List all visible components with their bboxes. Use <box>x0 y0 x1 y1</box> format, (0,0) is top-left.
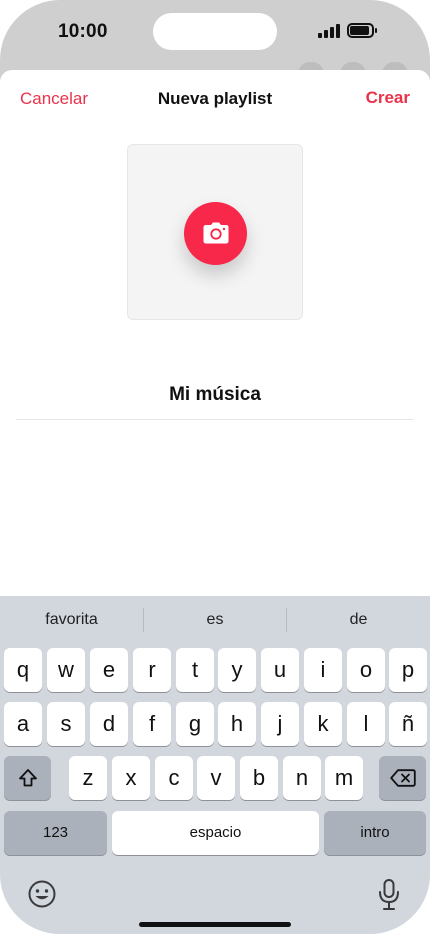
suggestion-item[interactable]: es <box>144 596 286 644</box>
key-enye[interactable]: ñ <box>389 702 427 746</box>
key-o[interactable]: o <box>347 648 385 692</box>
key-a[interactable]: a <box>4 702 42 746</box>
key-p[interactable]: p <box>389 648 427 692</box>
key-k[interactable]: k <box>304 702 342 746</box>
key-n[interactable]: n <box>283 756 321 800</box>
battery-icon <box>347 23 377 38</box>
key-g[interactable]: g <box>176 702 214 746</box>
delete-icon <box>390 769 416 787</box>
status-time: 10:00 <box>58 21 108 42</box>
key-v[interactable]: v <box>197 756 235 800</box>
keyboard: favorita es de q w e r t y u i o p a s d… <box>0 596 430 934</box>
suggestion-bar: favorita es de <box>0 596 430 644</box>
numbers-key[interactable]: 123 <box>4 811 107 855</box>
create-button[interactable]: Crear <box>366 88 410 108</box>
playlist-artwork-placeholder <box>127 144 303 320</box>
key-c[interactable]: c <box>155 756 193 800</box>
phone-screen: 10:00 Cancelar Nueva playlist Crear Mi m… <box>0 0 430 934</box>
dynamic-island <box>153 13 277 50</box>
suggestion-item[interactable]: favorita <box>0 596 143 644</box>
suggestion-item[interactable]: de <box>287 596 430 644</box>
add-artwork-button[interactable] <box>184 202 247 265</box>
key-d[interactable]: d <box>90 702 128 746</box>
key-t[interactable]: t <box>176 648 214 692</box>
shift-key[interactable] <box>4 756 51 800</box>
key-r[interactable]: r <box>133 648 171 692</box>
camera-icon <box>203 222 229 244</box>
key-y[interactable]: y <box>218 648 256 692</box>
key-s[interactable]: s <box>47 702 85 746</box>
home-indicator[interactable] <box>139 922 291 927</box>
microphone-icon <box>379 879 399 910</box>
signal-icon <box>318 24 342 38</box>
key-x[interactable]: x <box>112 756 150 800</box>
key-w[interactable]: w <box>47 648 85 692</box>
key-m[interactable]: m <box>325 756 363 800</box>
key-h[interactable]: h <box>218 702 256 746</box>
key-f[interactable]: f <box>133 702 171 746</box>
dictation-button[interactable] <box>376 878 402 912</box>
status-bar: 10:00 <box>0 0 430 64</box>
sheet-navigation-bar: Cancelar Nueva playlist Crear <box>0 70 430 126</box>
emoji-button[interactable] <box>27 879 57 909</box>
shift-icon <box>19 769 37 787</box>
key-u[interactable]: u <box>261 648 299 692</box>
key-z[interactable]: z <box>69 756 107 800</box>
key-e[interactable]: e <box>90 648 128 692</box>
playlist-name-input[interactable]: Mi música <box>16 384 414 420</box>
key-b[interactable]: b <box>240 756 278 800</box>
return-key[interactable]: intro <box>324 811 426 855</box>
key-q[interactable]: q <box>4 648 42 692</box>
delete-key[interactable] <box>379 756 426 800</box>
space-key[interactable]: espacio <box>112 811 319 855</box>
key-j[interactable]: j <box>261 702 299 746</box>
key-i[interactable]: i <box>304 648 342 692</box>
emoji-icon <box>28 880 56 908</box>
key-l[interactable]: l <box>347 702 385 746</box>
